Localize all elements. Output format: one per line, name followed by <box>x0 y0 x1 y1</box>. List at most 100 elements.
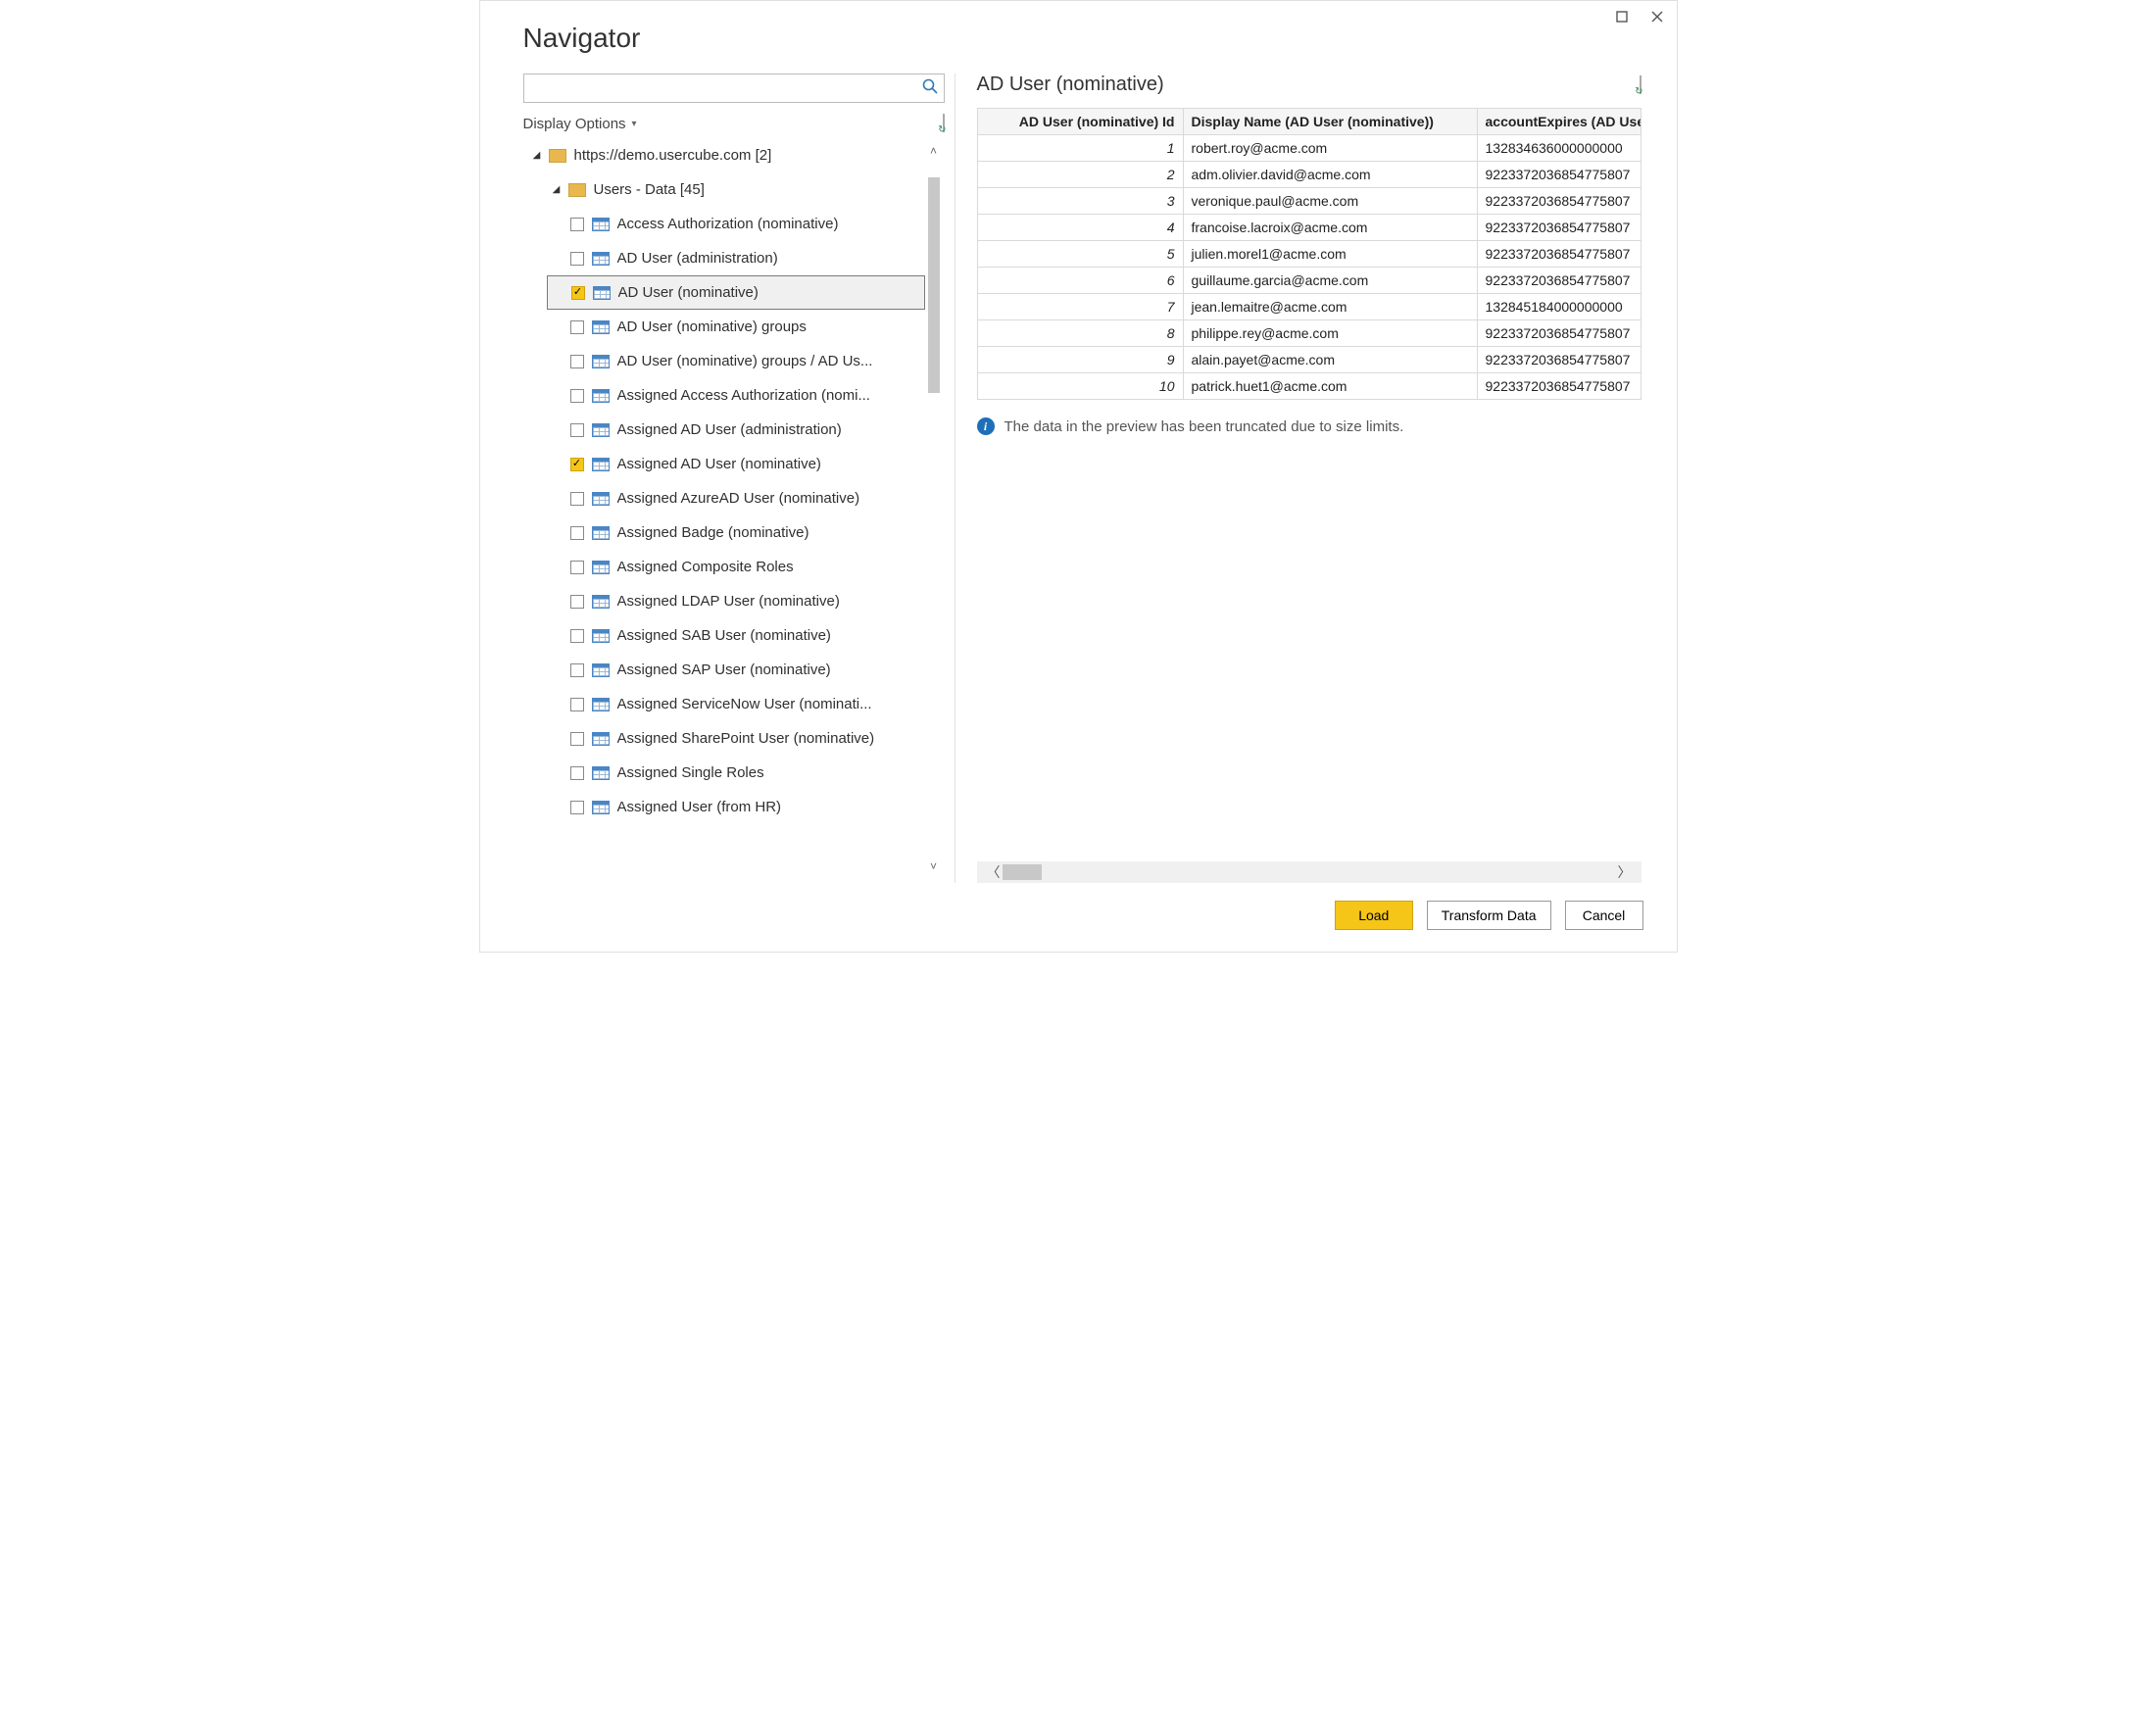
tree-item[interactable]: Assigned SAB User (nominative) <box>523 618 925 653</box>
cell-id: 7 <box>977 294 1183 320</box>
table-icon <box>592 526 610 540</box>
table-icon <box>592 766 610 780</box>
table-row[interactable]: 6guillaume.garcia@acme.com92233720368547… <box>977 268 1641 294</box>
checkbox[interactable] <box>570 663 584 677</box>
table-row[interactable]: 10patrick.huet1@acme.com9223372036854775… <box>977 373 1641 400</box>
tree-item-label: Assigned AD User (administration) <box>617 421 842 438</box>
cell-exp: 9223372036854775807 <box>1477 162 1641 188</box>
tree-root-node[interactable]: ◢ https://demo.usercube.com [2] <box>523 138 925 172</box>
tree-item[interactable]: ✓ Assigned AD User (nominative) <box>523 447 925 481</box>
table-icon <box>592 252 610 266</box>
tree-item[interactable]: Assigned Badge (nominative) <box>523 515 925 550</box>
column-header-exp[interactable]: accountExpires (AD Use <box>1477 109 1641 135</box>
expander-icon[interactable]: ◢ <box>531 150 543 161</box>
maximize-button[interactable] <box>1612 7 1632 26</box>
load-button[interactable]: Load <box>1335 901 1413 930</box>
table-row[interactable]: 9alain.payet@acme.com9223372036854775807 <box>977 347 1641 373</box>
tree-item[interactable]: Assigned SharePoint User (nominative) <box>523 721 925 756</box>
cell-exp: 132845184000000000 <box>1477 294 1641 320</box>
folder-icon <box>549 149 566 163</box>
checkbox[interactable] <box>570 801 584 814</box>
table-row[interactable]: 5julien.morel1@acme.com92233720368547758… <box>977 241 1641 268</box>
display-options-label: Display Options <box>523 116 626 132</box>
refresh-tree-icon[interactable] <box>943 115 945 132</box>
checkbox[interactable] <box>570 355 584 368</box>
checkbox[interactable] <box>570 252 584 266</box>
expander-icon[interactable]: ◢ <box>551 184 563 195</box>
checkbox[interactable] <box>570 320 584 334</box>
checkbox[interactable] <box>570 732 584 746</box>
scroll-right-icon[interactable]: 〉 <box>1614 862 1636 882</box>
scrollbar-thumb[interactable] <box>928 177 940 393</box>
table-row[interactable]: 2adm.olivier.david@acme.com9223372036854… <box>977 162 1641 188</box>
cell-exp: 132834636000000000 <box>1477 135 1641 162</box>
chevron-down-icon: ▾ <box>632 119 637 129</box>
info-icon: i <box>977 417 995 435</box>
tree-item-label: Assigned LDAP User (nominative) <box>617 593 840 610</box>
hscrollbar-thumb[interactable] <box>1003 864 1042 880</box>
preview-pane: AD User (nominative) AD User (nominative… <box>977 74 1677 883</box>
tree-item[interactable]: Assigned Access Authorization (nomi... <box>523 378 925 413</box>
tree-item-label: Assigned ServiceNow User (nominati... <box>617 696 872 712</box>
cell-id: 8 <box>977 320 1183 347</box>
checkbox[interactable] <box>570 698 584 711</box>
table-icon <box>592 458 610 471</box>
tree-item[interactable]: Assigned AzureAD User (nominative) <box>523 481 925 515</box>
window-controls <box>1612 7 1667 26</box>
tree-group-node[interactable]: ◢ Users - Data [45] <box>523 172 925 207</box>
checkbox[interactable] <box>570 526 584 540</box>
table-row[interactable]: 3veronique.paul@acme.com9223372036854775… <box>977 188 1641 215</box>
scroll-up-icon[interactable]: ˄ <box>925 144 943 162</box>
table-row[interactable]: 8philippe.rey@acme.com922337203685477580… <box>977 320 1641 347</box>
cell-name: veronique.paul@acme.com <box>1183 188 1477 215</box>
column-header-name[interactable]: Display Name (AD User (nominative)) <box>1183 109 1477 135</box>
cell-id: 1 <box>977 135 1183 162</box>
close-button[interactable] <box>1647 7 1667 26</box>
tree-item[interactable]: AD User (administration) <box>523 241 925 275</box>
table-icon <box>592 389 610 403</box>
tree-item[interactable]: Assigned SAP User (nominative) <box>523 653 925 687</box>
checkbox[interactable] <box>570 423 584 437</box>
transform-data-button[interactable]: Transform Data <box>1427 901 1551 930</box>
checkbox[interactable] <box>570 492 584 506</box>
search-icon[interactable] <box>916 78 944 99</box>
tree-item-label: Assigned AD User (nominative) <box>617 456 821 472</box>
cell-name: philippe.rey@acme.com <box>1183 320 1477 347</box>
checkbox[interactable] <box>570 629 584 643</box>
search-box[interactable] <box>523 74 945 103</box>
tree-item[interactable]: Assigned Composite Roles <box>523 550 925 584</box>
table-row[interactable]: 4francoise.lacroix@acme.com9223372036854… <box>977 215 1641 241</box>
checkbox[interactable]: ✓ <box>570 458 584 471</box>
tree-item[interactable]: Assigned ServiceNow User (nominati... <box>523 687 925 721</box>
scroll-down-icon[interactable]: ˅ <box>925 859 943 877</box>
cancel-button[interactable]: Cancel <box>1565 901 1643 930</box>
tree-scrollbar[interactable]: ˄ ˅ <box>925 138 943 883</box>
tree-item[interactable]: Assigned AD User (administration) <box>523 413 925 447</box>
navigator-window: Navigator Display Options ▾ ◢ <box>479 0 1678 953</box>
cell-exp: 9223372036854775807 <box>1477 268 1641 294</box>
preview-hscrollbar[interactable]: 〈 〉 <box>977 861 1642 883</box>
refresh-preview-icon[interactable] <box>1640 76 1642 94</box>
checkbox[interactable] <box>570 561 584 574</box>
cell-id: 5 <box>977 241 1183 268</box>
tree-item[interactable]: Assigned LDAP User (nominative) <box>523 584 925 618</box>
tree-item[interactable]: Assigned Single Roles <box>523 756 925 790</box>
tree-item[interactable]: Access Authorization (nominative) <box>523 207 925 241</box>
cell-id: 9 <box>977 347 1183 373</box>
column-header-id[interactable]: AD User (nominative) Id <box>977 109 1183 135</box>
checkbox[interactable] <box>570 218 584 231</box>
checkbox[interactable]: ✓ <box>571 286 585 300</box>
checkbox[interactable] <box>570 766 584 780</box>
scroll-left-icon[interactable]: 〈 <box>983 862 1004 882</box>
checkbox[interactable] <box>570 389 584 403</box>
tree-item[interactable]: AD User (nominative) groups / AD Us... <box>523 344 925 378</box>
folder-icon <box>568 183 586 197</box>
table-row[interactable]: 7jean.lemaitre@acme.com13284518400000000… <box>977 294 1641 320</box>
table-row[interactable]: 1robert.roy@acme.com132834636000000000 <box>977 135 1641 162</box>
tree-item[interactable]: AD User (nominative) groups <box>523 310 925 344</box>
display-options-dropdown[interactable]: Display Options ▾ <box>523 116 637 132</box>
tree-item[interactable]: ✓AD User (nominative) <box>547 275 925 310</box>
checkbox[interactable] <box>570 595 584 609</box>
search-input[interactable] <box>524 76 916 100</box>
tree-item[interactable]: Assigned User (from HR) <box>523 790 925 824</box>
